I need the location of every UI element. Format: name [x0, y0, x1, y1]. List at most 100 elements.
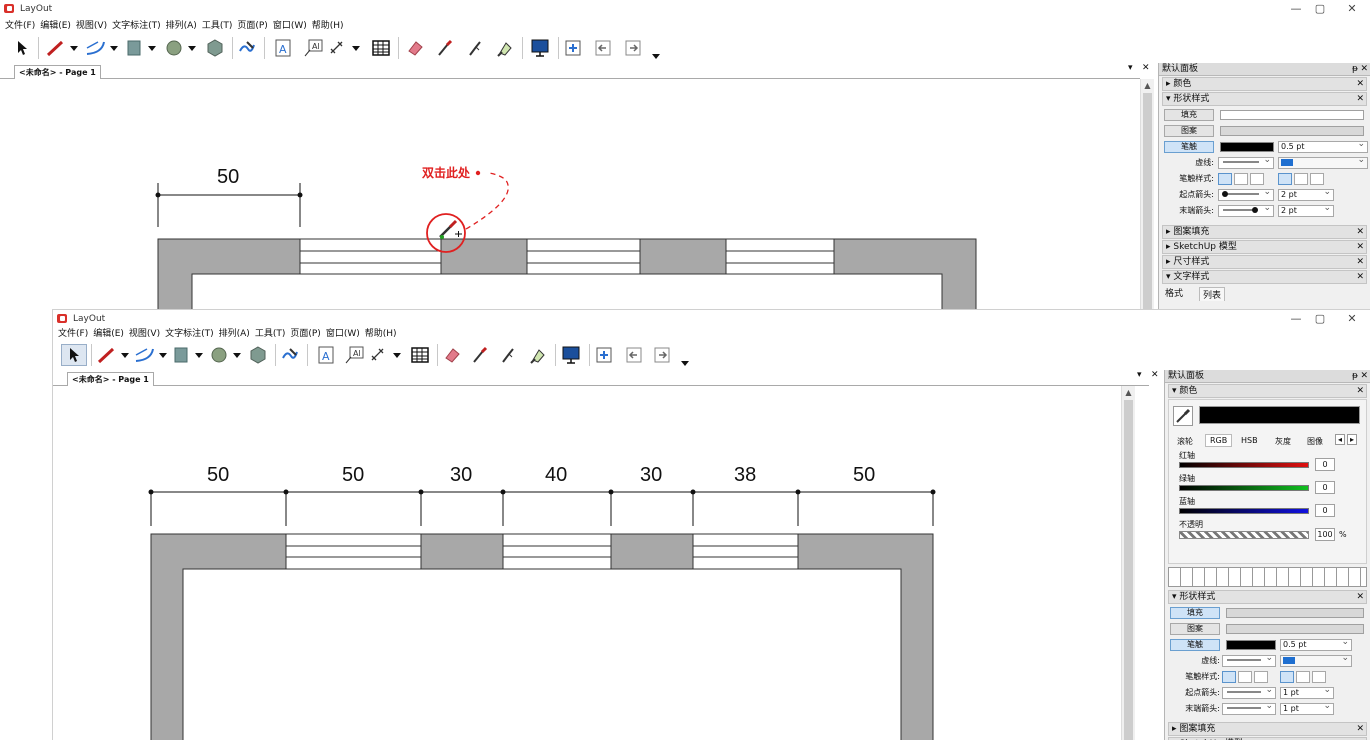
tab-wheel[interactable]: 滚轮: [1177, 436, 1193, 447]
dash-select[interactable]: [1222, 653, 1276, 667]
label-tool-icon[interactable]: Al: [343, 344, 365, 366]
menu-file[interactable]: 文件(F): [5, 18, 35, 31]
saved-colors-grid[interactable]: [1168, 567, 1367, 587]
tab-format[interactable]: 格式: [1165, 286, 1183, 299]
stroke-button[interactable]: 笔触: [1164, 141, 1214, 153]
circle-tool-icon[interactable]: [209, 344, 247, 366]
presentation-icon[interactable]: [559, 344, 583, 366]
fill-button[interactable]: 填充: [1170, 607, 1220, 619]
section-dimension-style[interactable]: ▸ 尺寸样式 ✕: [1162, 255, 1367, 269]
blue-value[interactable]: 0: [1315, 504, 1335, 517]
menu-tools[interactable]: 工具(T): [202, 18, 233, 31]
tab-scroll-left-icon[interactable]: ◂: [1335, 434, 1346, 445]
pattern-swatch[interactable]: [1220, 126, 1364, 136]
opacity-slider[interactable]: [1179, 531, 1309, 539]
join-style-icon[interactable]: [1278, 173, 1292, 185]
rectangle-tool-icon[interactable]: [171, 344, 209, 366]
start-arrow-size-select[interactable]: 2 pt: [1278, 187, 1334, 201]
red-slider[interactable]: [1179, 462, 1309, 468]
close-tab-button[interactable]: ✕: [1151, 370, 1159, 380]
scroll-up-icon[interactable]: ▲: [1122, 388, 1135, 397]
drawing-canvas[interactable]: 50 双击此处: [0, 79, 1140, 310]
cap-style-icon[interactable]: [1250, 173, 1264, 185]
section-close-icon[interactable]: ✕: [1356, 93, 1364, 105]
split-tool-icon[interactable]: [464, 37, 486, 59]
end-arrow-select[interactable]: [1222, 701, 1276, 715]
freehand-tool-icon[interactable]: [279, 344, 301, 366]
menu-text[interactable]: 文字标注(T): [112, 18, 161, 31]
menu-pages[interactable]: 页面(P): [237, 18, 267, 31]
cap-style-icon[interactable]: [1218, 173, 1232, 185]
menu-view[interactable]: 视图(V): [129, 326, 160, 339]
fill-swatch[interactable]: [1226, 608, 1364, 618]
section-color-expanded[interactable]: ▾ 颜色 ✕: [1168, 384, 1367, 398]
arc-tool-icon[interactable]: [133, 344, 171, 366]
section-close-icon[interactable]: ✕: [1356, 78, 1364, 90]
start-arrow-size-select[interactable]: 1 pt: [1280, 685, 1334, 699]
pin-icon[interactable]: ᵽ: [1352, 63, 1358, 75]
eraser-tool-icon[interactable]: [441, 344, 463, 366]
menu-tools[interactable]: 工具(T): [255, 326, 286, 339]
fill-swatch[interactable]: [1220, 110, 1364, 120]
stroke-color-swatch[interactable]: [1220, 142, 1274, 152]
style-tool-icon[interactable]: [469, 344, 491, 366]
stroke-button[interactable]: 笔触: [1170, 639, 1220, 651]
polygon-tool-icon[interactable]: [247, 344, 269, 366]
red-value[interactable]: 0: [1315, 458, 1335, 471]
green-slider[interactable]: [1179, 485, 1309, 491]
tab-rgb[interactable]: RGB: [1205, 434, 1233, 447]
tab-list-dropdown[interactable]: ▾: [1128, 63, 1133, 73]
join-tool-icon[interactable]: [527, 344, 549, 366]
tab-image[interactable]: 图像: [1307, 436, 1323, 447]
pin-icon[interactable]: ᵽ: [1352, 370, 1358, 382]
line-tool-icon[interactable]: [44, 37, 82, 59]
cap-style-icon[interactable]: [1234, 173, 1248, 185]
cap-style-icon[interactable]: [1222, 671, 1236, 683]
section-close-icon[interactable]: ✕: [1356, 241, 1364, 253]
section-text-style[interactable]: ▾ 文字样式 ✕: [1162, 270, 1367, 284]
menu-text[interactable]: 文字标注(T): [165, 326, 214, 339]
menu-window[interactable]: 窗口(W): [326, 326, 360, 339]
join-style-icon[interactable]: [1294, 173, 1308, 185]
section-close-icon[interactable]: ✕: [1356, 256, 1364, 268]
tab-list-dropdown[interactable]: ▾: [1137, 370, 1142, 380]
menu-edit[interactable]: 编辑(E): [40, 18, 71, 31]
menu-edit[interactable]: 编辑(E): [93, 326, 124, 339]
presentation-icon[interactable]: [528, 37, 552, 59]
menu-file[interactable]: 文件(F): [58, 326, 88, 339]
menu-pages[interactable]: 页面(P): [290, 326, 320, 339]
section-close-icon[interactable]: ✕: [1356, 271, 1364, 283]
tab-page-1[interactable]: <未命名> - Page 1: [14, 65, 101, 79]
dash-scale-select[interactable]: [1278, 155, 1368, 169]
next-page-icon[interactable]: [622, 37, 644, 59]
menu-arrange[interactable]: 排列(A): [219, 326, 250, 339]
section-close-icon[interactable]: ✕: [1356, 385, 1364, 397]
tray-close-icon[interactable]: ✕: [1360, 370, 1368, 382]
stroke-color-swatch[interactable]: [1226, 640, 1276, 650]
start-arrow-select[interactable]: [1218, 187, 1274, 201]
start-arrow-select[interactable]: [1222, 685, 1276, 699]
menu-help[interactable]: 帮助(H): [365, 326, 397, 339]
text-tool-icon[interactable]: A: [272, 37, 294, 59]
text-tool-icon[interactable]: A: [315, 344, 337, 366]
scroll-up-icon[interactable]: ▲: [1141, 81, 1154, 90]
add-page-icon[interactable]: [593, 344, 615, 366]
pattern-swatch[interactable]: [1226, 624, 1364, 634]
join-style-icon[interactable]: [1312, 671, 1326, 683]
tab-scroll-right-icon[interactable]: ▸: [1347, 434, 1358, 445]
opacity-value[interactable]: 100: [1315, 528, 1335, 541]
tab-hsb[interactable]: HSB: [1241, 436, 1258, 445]
drawing-canvas[interactable]: 50 50 30 40 30 38 50: [53, 386, 1121, 740]
close-window-button[interactable]: ✕: [1338, 0, 1366, 17]
menu-view[interactable]: 视图(V): [76, 18, 107, 31]
previous-page-icon[interactable]: [592, 37, 614, 59]
table-tool-icon[interactable]: [409, 344, 431, 366]
green-value[interactable]: 0: [1315, 481, 1335, 494]
section-close-icon[interactable]: ✕: [1356, 723, 1364, 735]
eyedropper-icon[interactable]: [1173, 406, 1193, 426]
polygon-tool-icon[interactable]: [204, 37, 226, 59]
arc-tool-icon[interactable]: [84, 37, 122, 59]
style-tool-icon[interactable]: [434, 37, 456, 59]
dimension-tool-icon[interactable]: [369, 344, 407, 366]
join-tool-icon[interactable]: [494, 37, 516, 59]
